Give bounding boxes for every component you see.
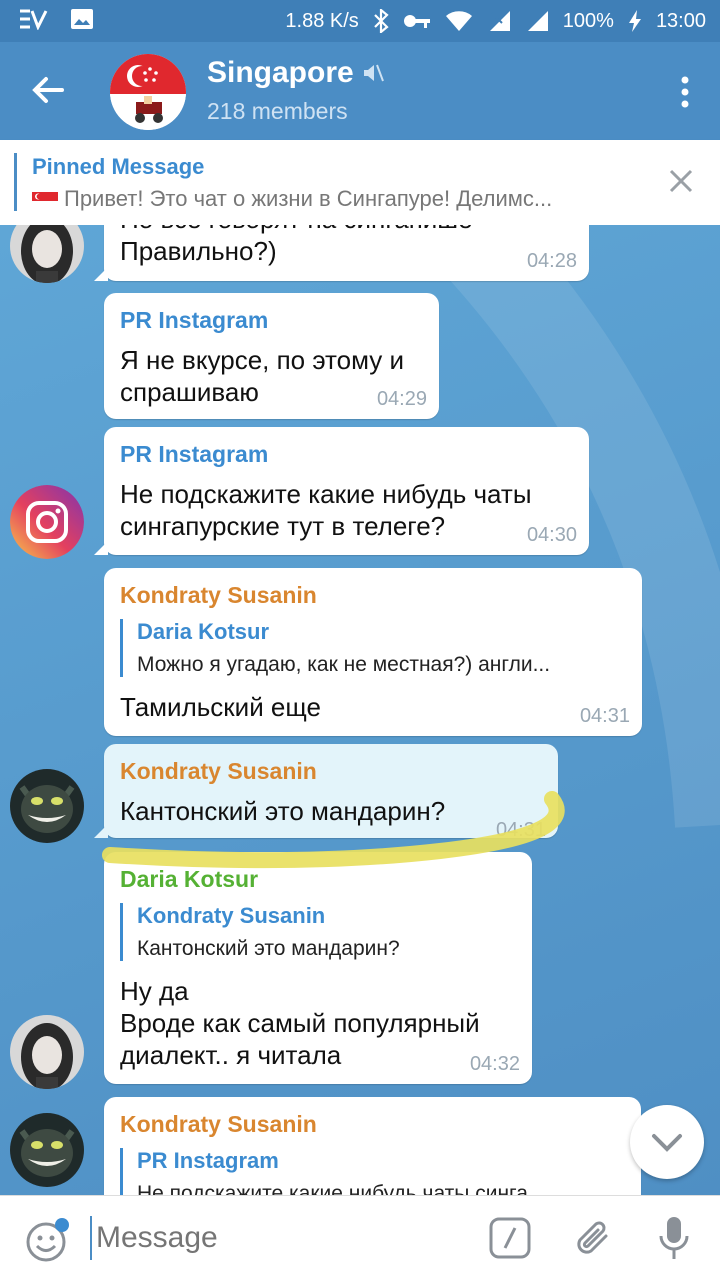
bot-command-icon[interactable] bbox=[488, 1216, 532, 1260]
signal-r-icon bbox=[527, 11, 548, 31]
reply-text: Кантонский это мандарин? bbox=[137, 937, 400, 960]
message-list[interactable]: Но все говорят на сингапише Правильно?) … bbox=[0, 225, 720, 1195]
message-bubble[interactable]: Kondraty Susanin PR Instagram Не подскаж… bbox=[104, 1097, 641, 1195]
singapore-flag-emoji bbox=[32, 190, 58, 208]
attach-icon[interactable] bbox=[572, 1214, 616, 1262]
key-icon bbox=[403, 15, 430, 28]
sender-name[interactable]: PR Instagram bbox=[120, 441, 573, 468]
message-composer bbox=[0, 1195, 720, 1280]
message-bubble[interactable]: PR Instagram Я не вкурсе, по этому и спр… bbox=[104, 293, 439, 419]
message-text: Ну да Вроде как самый популярный диалект… bbox=[120, 976, 480, 1070]
singapore-flag-icon bbox=[110, 54, 186, 130]
message-time: 04:28 bbox=[526, 250, 577, 272]
message-time: 04:29 bbox=[376, 388, 427, 410]
muted-icon bbox=[363, 64, 384, 82]
highlighter-stroke bbox=[102, 791, 565, 869]
close-icon[interactable] bbox=[668, 168, 694, 194]
message-text: Не подскажите какие нибудь чаты сингапур… bbox=[120, 479, 532, 541]
network-speed: 1.88 K/s bbox=[285, 9, 359, 32]
pinned-message[interactable]: Pinned Message Привет! Это чат о жизни в… bbox=[0, 140, 720, 225]
charging-icon bbox=[628, 10, 641, 32]
instagram-icon bbox=[10, 485, 84, 559]
message-bubble[interactable]: PR Instagram Не подскажите какие нибудь … bbox=[94, 427, 589, 555]
message-text-partial: Но все говорят на сингапише bbox=[120, 225, 573, 235]
avatar-daria[interactable] bbox=[10, 1015, 84, 1089]
message-time: 04:31 bbox=[579, 705, 630, 727]
avatar-kondraty[interactable] bbox=[10, 1113, 84, 1187]
reply-sender: PR Instagram bbox=[137, 1148, 279, 1173]
pinned-text: Привет! Это чат о жизни в Сингапуре! Дел… bbox=[64, 186, 553, 211]
pinned-accent-bar bbox=[14, 153, 17, 211]
reply-quote[interactable]: Daria Kotsur Можно я угадаю, как не мест… bbox=[120, 619, 626, 677]
chat-title[interactable]: Singapore bbox=[207, 56, 354, 90]
reply-text: Можно я угадаю, как не местная?) англи..… bbox=[137, 653, 551, 676]
cheshire-cat-avatar bbox=[10, 769, 84, 843]
chevron-down-icon bbox=[652, 1134, 682, 1152]
sender-name[interactable]: PR Instagram bbox=[120, 307, 423, 334]
pinned-preview: Привет! Это чат о жизни в Сингапуре! Дел… bbox=[32, 186, 632, 212]
message-input[interactable] bbox=[90, 1216, 470, 1260]
message-text: Я не вкурсе, по этому и спрашиваю bbox=[120, 345, 405, 407]
scroll-down-button[interactable] bbox=[630, 1105, 704, 1179]
message-time: 04:30 bbox=[526, 524, 577, 546]
wifi-icon bbox=[445, 11, 472, 31]
message-bubble[interactable]: Daria Kotsur Kondraty Susanin Кантонский… bbox=[104, 852, 532, 1084]
reply-sender: Daria Kotsur bbox=[137, 619, 270, 644]
message-text: Правильно?) bbox=[120, 236, 277, 266]
image-icon bbox=[71, 9, 93, 29]
reply-quote[interactable]: PR Instagram Не подскажите какие нибудь … bbox=[120, 1148, 625, 1195]
reply-sender: Kondraty Susanin bbox=[137, 903, 326, 928]
message-text: Тамильский еще bbox=[120, 692, 321, 722]
more-menu-icon[interactable] bbox=[680, 76, 690, 108]
group-avatar[interactable] bbox=[110, 54, 186, 130]
status-bar: 1.88 K/s 100% 13:00 bbox=[0, 0, 720, 42]
microphone-icon[interactable] bbox=[656, 1214, 692, 1262]
back-arrow-icon[interactable] bbox=[28, 70, 68, 110]
emoji-icon[interactable] bbox=[26, 1218, 70, 1262]
reply-quote[interactable]: Kondraty Susanin Кантонский это мандарин… bbox=[120, 903, 516, 961]
sender-name[interactable]: Kondraty Susanin bbox=[120, 582, 626, 609]
clock: 13:00 bbox=[655, 9, 706, 32]
message-bubble[interactable]: Но все говорят на сингапише Правильно?) … bbox=[94, 225, 589, 281]
battery-level: 100% bbox=[562, 9, 614, 32]
vpn-icon bbox=[20, 9, 48, 30]
avatar-kondraty[interactable] bbox=[10, 769, 84, 843]
sender-name[interactable]: Kondraty Susanin bbox=[120, 1111, 625, 1138]
message-bubble[interactable]: Kondraty Susanin Daria Kotsur Можно я уг… bbox=[104, 568, 642, 736]
reply-text: Не подскажите какие нибудь чаты синга... bbox=[137, 1182, 546, 1195]
bluetooth-icon bbox=[374, 9, 389, 33]
chat-header: Singapore 218 members bbox=[0, 42, 720, 140]
avatar-pr-instagram[interactable] bbox=[10, 485, 84, 559]
member-count: 218 members bbox=[207, 98, 348, 124]
message-time: 04:32 bbox=[469, 1053, 520, 1075]
sender-name[interactable]: Kondraty Susanin bbox=[120, 758, 542, 785]
signal-icon bbox=[489, 11, 510, 31]
pinned-title: Pinned Message bbox=[32, 154, 205, 179]
